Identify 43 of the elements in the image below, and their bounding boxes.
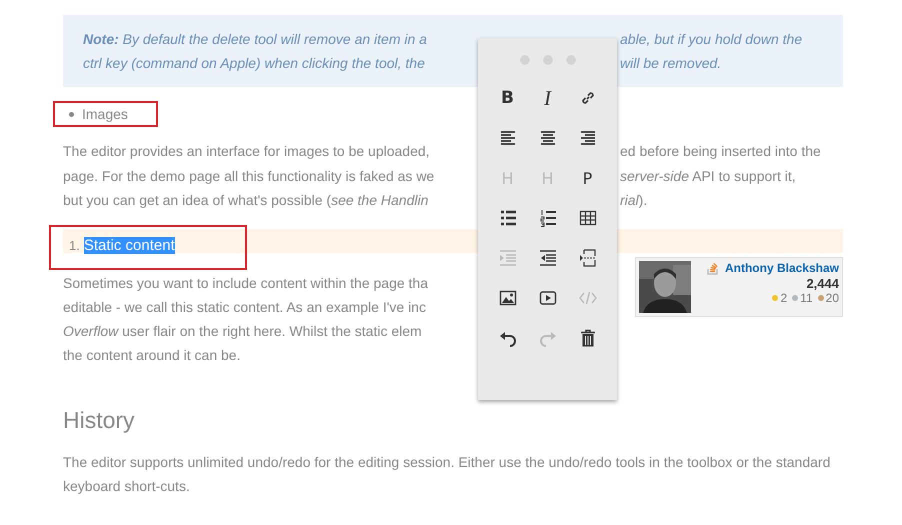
user-name-link[interactable]: Anthony Blackshaw: [724, 260, 839, 274]
redo-icon: [538, 329, 556, 347]
table-icon: [578, 209, 596, 227]
text-line: the content around it can be.: [63, 346, 240, 362]
image-icon: [498, 289, 516, 307]
play-icon: [538, 289, 556, 307]
text-line: editable - we call this static content. As an example I've inc: [63, 298, 426, 314]
text-line: page. For the demo page all this functionality is faked as we: [63, 168, 436, 184]
text-line: but you can get an idea of what's possible (see the Handlin: [63, 192, 430, 208]
bold-tool[interactable]: B: [488, 78, 528, 118]
text-line: Sometimes you want to include content within the page tha: [63, 274, 428, 290]
numbered-list-icon: [538, 209, 556, 227]
align-left-icon: [498, 129, 516, 147]
paragraph: The editor supports unlimited undo/redo for the editing session. Either use the undo/redo tools in the toolbox or the standard keyboard short-cuts.: [63, 452, 832, 496]
text-line: ed before being inserted into the: [619, 143, 822, 160]
note-text: ctrl key (command on Apple) when clicking the tool, the: [83, 55, 426, 71]
note-text: Note: By default the delete tool will remove an item in a: [83, 31, 428, 47]
badge-count: 2: [780, 290, 788, 304]
note-text: able, but if you hold down the: [619, 31, 804, 47]
outdent-icon: [538, 249, 556, 267]
note-text: will be removed.: [619, 55, 722, 71]
undo-icon: [498, 329, 516, 347]
text-line: rial).: [619, 192, 648, 208]
indent-icon: [498, 249, 516, 267]
italic-tool[interactable]: I: [528, 78, 568, 118]
badge-count: 20: [826, 290, 839, 304]
text-line: The editor provides an interface for images to be uploaded,: [63, 143, 431, 160]
bulleted-list-icon: [498, 209, 516, 227]
stack-icon: [706, 260, 720, 274]
list-item-text: Images: [82, 106, 128, 122]
section-heading: History: [63, 406, 136, 434]
code-icon: [578, 289, 596, 307]
reputation: 2,444: [806, 276, 839, 290]
line-break-icon: [578, 249, 596, 267]
list-item-text: Static content: [84, 237, 175, 254]
text-line: Overflow user flair on the right here. Whilst the static elem: [63, 322, 422, 338]
align-right-icon: [578, 129, 596, 147]
paragraph-tool[interactable]: P: [568, 158, 608, 198]
align-center-icon: [538, 129, 556, 147]
text-line: server-side API to support it,: [619, 168, 797, 184]
trash-icon: [578, 329, 596, 347]
badge-count: 11: [800, 290, 813, 304]
list-number: 1.: [69, 238, 80, 253]
